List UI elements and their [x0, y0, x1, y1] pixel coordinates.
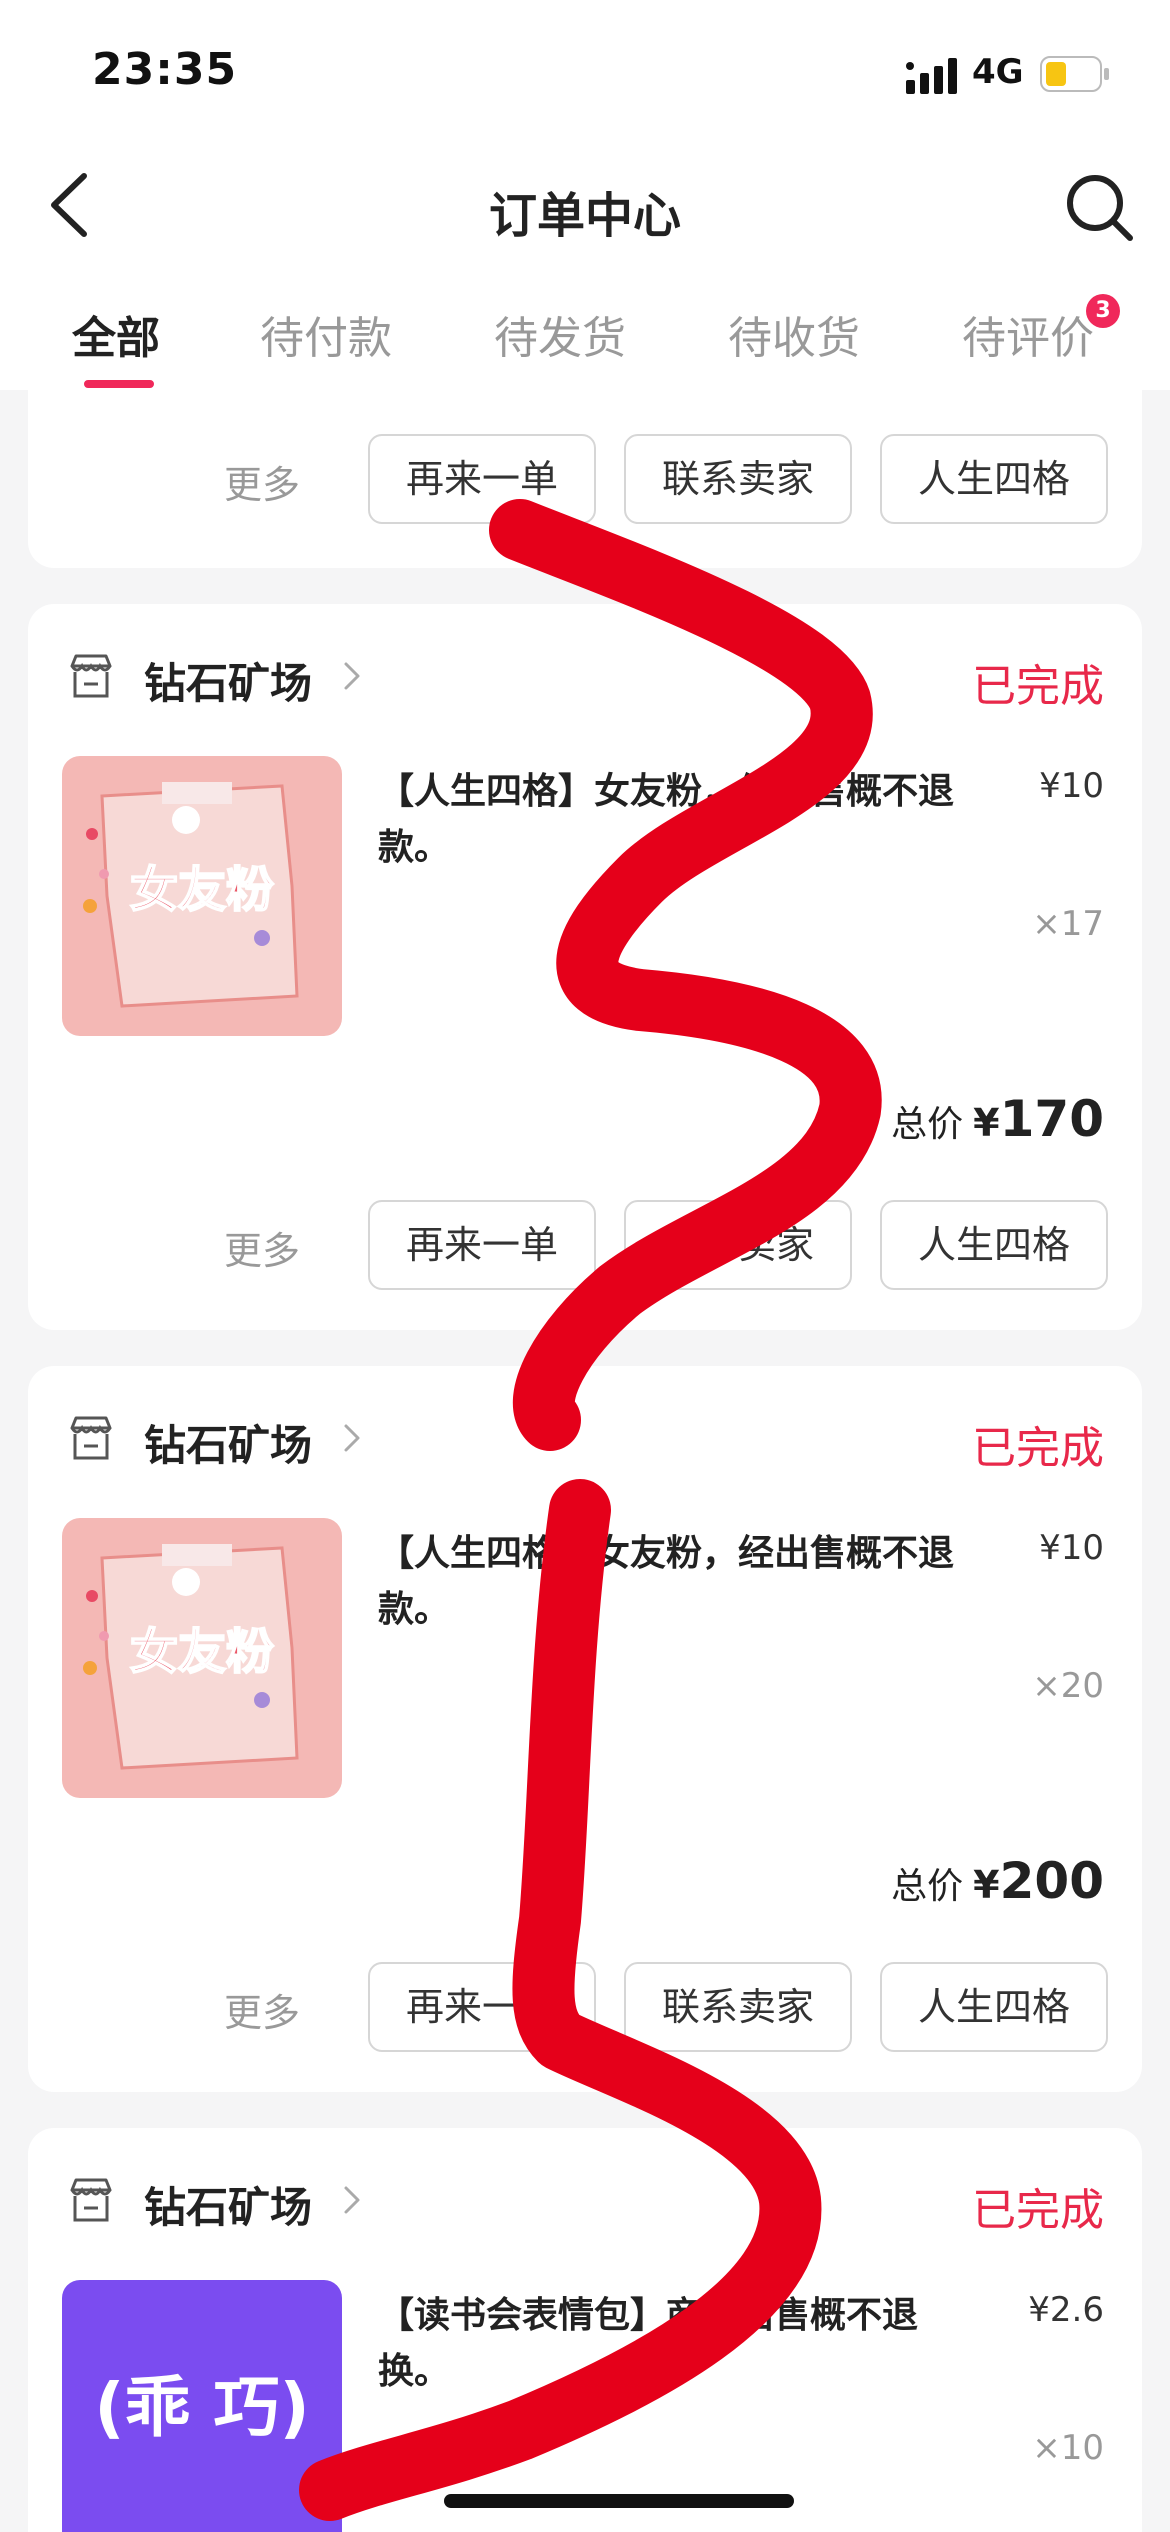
- status-time: 23:35: [92, 44, 238, 95]
- order-total: 总价 ¥170: [891, 1090, 1104, 1148]
- chevron-right-icon: [344, 1424, 360, 1452]
- order-total: 总价 ¥200: [891, 1852, 1104, 1910]
- network-type: 4G: [972, 52, 1024, 92]
- contact-seller-button[interactable]: 联系卖家: [624, 434, 852, 524]
- battery-low-icon: [1040, 56, 1109, 92]
- tab-active-indicator: [84, 380, 154, 388]
- product-name[interactable]: 【人生四格】女友粉，经出售概不退款。: [378, 764, 1018, 876]
- product-thumbnail[interactable]: 女友粉: [62, 756, 342, 1036]
- unit-price: ¥2.6: [1028, 2290, 1104, 2330]
- thumbnail-label: 女友粉: [130, 862, 274, 918]
- contact-seller-button[interactable]: 联系卖家: [624, 1962, 852, 2052]
- store-icon: [70, 654, 112, 698]
- store-name[interactable]: 钻石矿场: [144, 2174, 312, 2235]
- total-label: 总价: [891, 1104, 964, 1145]
- reorder-button[interactable]: 再来一单: [368, 434, 596, 524]
- contact-seller-button[interactable]: 联系卖家: [624, 1200, 852, 1290]
- product-name[interactable]: 【人生四格】女友粉，经出售概不退款。: [378, 1526, 1018, 1638]
- store-icon: [70, 2178, 112, 2222]
- tab-pending-payment[interactable]: 待付款: [260, 302, 392, 366]
- tab-all[interactable]: 全部: [72, 302, 160, 366]
- order-status: 已完成: [972, 1423, 1104, 1474]
- reorder-button[interactable]: 再来一单: [368, 1962, 596, 2052]
- unit-price: ¥10: [1039, 766, 1104, 806]
- life-four-grid-button[interactable]: 人生四格: [880, 1200, 1108, 1290]
- quantity: ×20: [1032, 1666, 1104, 1706]
- total-amount: 170: [999, 1090, 1104, 1148]
- tab-pending-shipment[interactable]: 待发货: [494, 302, 626, 366]
- nav-bar: 订单中心: [0, 140, 1170, 280]
- tab-pending-review[interactable]: 待评价: [962, 302, 1094, 366]
- tab-pending-receipt[interactable]: 待收货: [728, 302, 860, 366]
- life-four-grid-button[interactable]: 人生四格: [880, 1962, 1108, 2052]
- order-card[interactable]: 钻石矿场 已完成 女友粉 【人生四格】女友粉，经出售概不退款。 ¥10 ×20 …: [28, 1366, 1142, 2092]
- product-thumbnail[interactable]: 女友粉: [62, 1518, 342, 1798]
- unit-price: ¥10: [1039, 1528, 1104, 1568]
- order-card-partial: 更多 再来一单 联系卖家 人生四格: [28, 390, 1142, 568]
- more-link[interactable]: 更多: [224, 1982, 300, 2037]
- page-title: 订单中心: [488, 188, 681, 244]
- signal-bars-icon: [906, 58, 957, 94]
- store-icon: [70, 1416, 112, 1460]
- search-icon[interactable]: [1064, 172, 1134, 242]
- more-link[interactable]: 更多: [224, 454, 300, 509]
- home-indicator[interactable]: [444, 2494, 794, 2508]
- store-name[interactable]: 钻石矿场: [144, 1412, 312, 1473]
- order-card[interactable]: 钻石矿场 已完成 女友粉 【人生四格】女友粉，经出售概不退款。 ¥10 ×17 …: [28, 604, 1142, 1330]
- product-name[interactable]: 【读书会表情包】商品出售概不退换。: [378, 2288, 968, 2400]
- product-thumbnail[interactable]: (乖 巧): [62, 2280, 342, 2532]
- thumbnail-label: 女友粉: [130, 1624, 274, 1680]
- order-status: 已完成: [972, 2185, 1104, 2236]
- total-amount: 200: [999, 1852, 1104, 1910]
- status-bar: 23:35 4G: [0, 0, 1170, 140]
- more-link[interactable]: 更多: [224, 1220, 300, 1275]
- review-count-badge: 3: [1086, 294, 1120, 328]
- quantity: ×17: [1032, 904, 1104, 944]
- thumbnail-label: (乖 巧): [94, 2369, 309, 2446]
- total-label: 总价: [891, 1866, 964, 1907]
- chevron-right-icon: [344, 2186, 360, 2214]
- chevron-right-icon: [344, 662, 360, 690]
- order-tabs: 全部 待付款 待发货 待收货 待评价 3: [0, 280, 1170, 390]
- life-four-grid-button[interactable]: 人生四格: [880, 434, 1108, 524]
- total-currency: ¥: [973, 1101, 1000, 1145]
- quantity: ×10: [1032, 2428, 1104, 2468]
- order-card[interactable]: 钻石矿场 已完成 (乖 巧) 【读书会表情包】商品出售概不退换。 ¥2.6 ×1…: [28, 2128, 1142, 2532]
- reorder-button[interactable]: 再来一单: [368, 1200, 596, 1290]
- order-status: 已完成: [972, 661, 1104, 712]
- store-name[interactable]: 钻石矿场: [144, 650, 312, 711]
- total-currency: ¥: [973, 1863, 1000, 1907]
